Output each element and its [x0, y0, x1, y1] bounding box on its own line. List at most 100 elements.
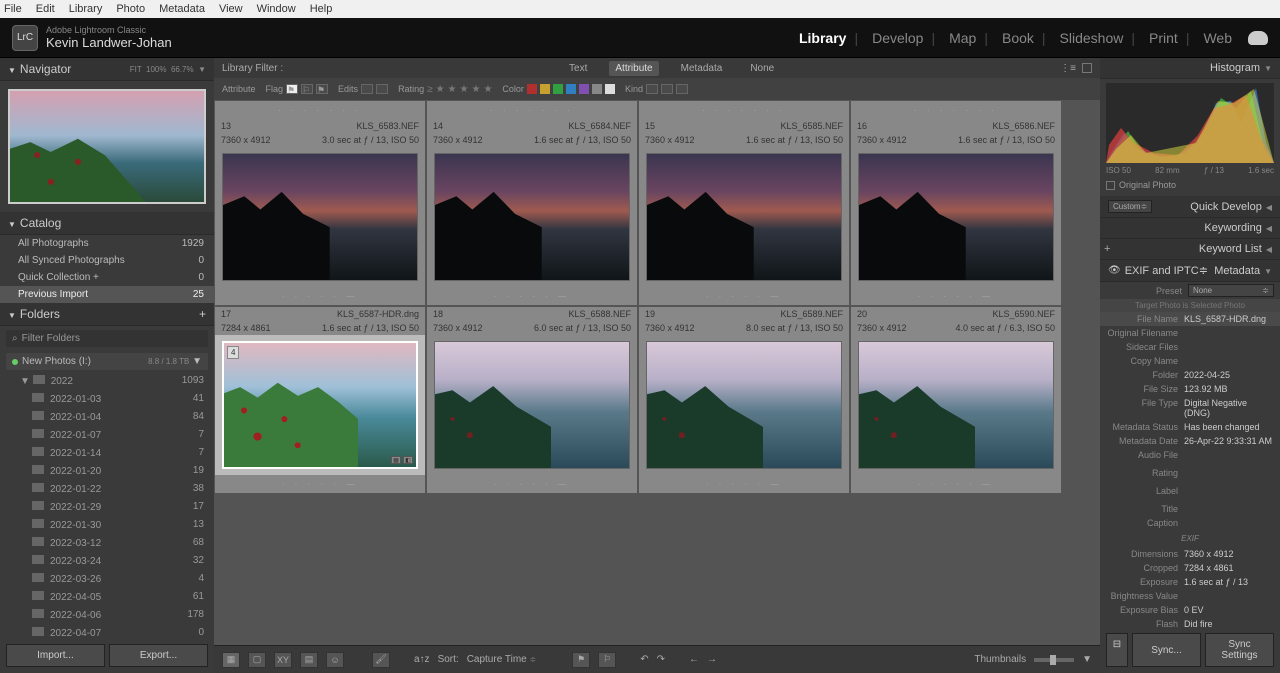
metadata-row[interactable]: File TypeDigital Negative (DNG) — [1100, 396, 1280, 420]
folder-item[interactable]: 2022-01-2238 — [0, 480, 214, 498]
menu-view[interactable]: View — [219, 3, 243, 15]
export-button[interactable]: Export... — [109, 644, 208, 667]
catalog-header[interactable]: ▼Catalog — [0, 212, 214, 235]
catalog-item[interactable]: All Photographs1929 — [0, 235, 214, 252]
thumbnail-image[interactable] — [646, 341, 842, 469]
metadata-set-dropdown[interactable]: EXIF and IPTC≑ — [1125, 264, 1208, 277]
metadata-row[interactable]: Metadata Date26-Apr-22 9:33:31 AM — [1100, 434, 1280, 448]
eye-icon[interactable]: 👁 — [1108, 265, 1121, 276]
metadata-row[interactable]: File Size123.92 MB — [1100, 382, 1280, 396]
thumbnail-size-slider[interactable] — [1034, 658, 1074, 662]
edits-filter[interactable]: Edits — [338, 84, 388, 94]
filter-tab-none[interactable]: None — [744, 61, 780, 76]
painter-icon[interactable]: 🖌 — [372, 652, 390, 668]
menu-metadata[interactable]: Metadata — [159, 3, 205, 15]
folder-item[interactable]: 2022-04-0561 — [0, 588, 214, 606]
menu-photo[interactable]: Photo — [116, 3, 145, 15]
grid-view-icon[interactable]: ▦ — [222, 652, 240, 668]
catalog-item[interactable]: Previous Import25 — [0, 286, 214, 303]
module-book[interactable]: Book — [1002, 30, 1034, 46]
module-print[interactable]: Print — [1149, 30, 1178, 46]
checkbox-icon[interactable] — [1106, 181, 1115, 190]
menu-edit[interactable]: Edit — [36, 3, 55, 15]
menu-window[interactable]: Window — [257, 3, 296, 15]
folder-item[interactable]: 2022-01-2019 — [0, 462, 214, 480]
metadata-row[interactable]: Label — [1100, 484, 1280, 498]
rotate-cw-icon[interactable]: ↷ — [657, 654, 665, 665]
histogram-chart[interactable] — [1106, 83, 1274, 163]
metadata-row[interactable]: Folder2022-04-25 — [1100, 368, 1280, 382]
metadata-row[interactable]: Title — [1100, 502, 1280, 516]
thumbnail-image[interactable]: 4▦◧ — [222, 341, 418, 469]
metadata-row[interactable]: Exposure Bias0 EV — [1100, 603, 1280, 617]
nav-next-icon[interactable]: → — [707, 654, 717, 665]
qd-preset-dropdown[interactable]: Custom≑ — [1108, 200, 1152, 213]
keyword-list-header[interactable]: +Keyword List◀ — [1100, 239, 1280, 260]
kind-filter[interactable]: Kind — [625, 84, 688, 94]
thumbnail-cell[interactable]: · · · · · · ·15KLS_6585.NEF7360 x 49121.… — [638, 100, 850, 306]
folder-item[interactable]: 2022-04-070 — [0, 624, 214, 638]
metadata-row[interactable]: Brightness Value — [1100, 589, 1280, 603]
thumbnail-cell[interactable]: · · · · · · ·16KLS_6586.NEF7360 x 49121.… — [850, 100, 1062, 306]
color-swatch[interactable] — [592, 84, 602, 94]
reject-tool-icon[interactable]: ⚐ — [598, 652, 616, 668]
flag-pick-icon[interactable]: ⚑ — [286, 84, 298, 94]
sort-field-dropdown[interactable]: Capture Time ≑ — [467, 654, 537, 665]
metadata-row[interactable]: Rating — [1100, 466, 1280, 480]
toolbar-menu-icon[interactable]: ▼ — [1082, 654, 1092, 665]
flag-reject-icon[interactable]: ⚑ — [316, 84, 328, 94]
thumbnail-image[interactable] — [858, 153, 1054, 281]
thumbnail-image[interactable] — [434, 153, 630, 281]
color-swatch[interactable] — [579, 84, 589, 94]
metadata-row[interactable]: Original Filename — [1100, 326, 1280, 340]
flag-filter[interactable]: Flag⚑⚐⚑ — [266, 84, 329, 94]
unedited-icon[interactable] — [376, 84, 388, 94]
sync-settings-button[interactable]: Sync Settings — [1205, 633, 1274, 667]
menu-library[interactable]: Library — [69, 3, 103, 15]
filter-tab-text[interactable]: Text — [563, 61, 593, 76]
folder-item[interactable]: 2022-01-0341 — [0, 390, 214, 408]
metadata-row[interactable]: Cropped7284 x 4861 — [1100, 561, 1280, 575]
color-swatch[interactable] — [553, 84, 563, 94]
metadata-row[interactable]: Audio File — [1100, 448, 1280, 462]
thumbnail-image[interactable] — [646, 153, 842, 281]
module-library[interactable]: Library — [799, 30, 846, 46]
metadata-row[interactable]: FlashDid fire — [1100, 617, 1280, 627]
edited-icon[interactable] — [361, 84, 373, 94]
target-photo-toggle[interactable]: Target Photo is Selected Photo — [1100, 299, 1280, 312]
catalog-item[interactable]: Quick Collection +0 — [0, 269, 214, 286]
nav-prev-icon[interactable]: ← — [689, 654, 699, 665]
folder-year[interactable]: ▼ 20221093 — [0, 372, 214, 390]
stack-badge[interactable]: 4 — [227, 346, 239, 359]
filter-tab-metadata[interactable]: Metadata — [675, 61, 729, 76]
metadata-row[interactable]: Sidecar Files — [1100, 340, 1280, 354]
color-filter[interactable]: Color — [502, 84, 615, 94]
rating-filter[interactable]: Rating≥★★★★★ — [398, 84, 492, 95]
cloud-sync-icon[interactable] — [1248, 31, 1268, 45]
import-button[interactable]: Import... — [6, 644, 105, 667]
histogram-header[interactable]: Histogram▼ — [1100, 58, 1280, 79]
sync-button[interactable]: Sync... — [1132, 633, 1201, 667]
rotate-ccw-icon[interactable]: ↶ — [640, 654, 648, 665]
metadata-row[interactable]: Copy Name — [1100, 354, 1280, 368]
navigator-preview[interactable] — [0, 81, 214, 212]
metadata-row[interactable]: Dimensions7360 x 4912 — [1100, 547, 1280, 561]
folder-item[interactable]: 2022-01-2917 — [0, 498, 214, 516]
keywording-header[interactable]: Keywording◀ — [1100, 218, 1280, 239]
color-swatch[interactable] — [527, 84, 537, 94]
folder-item[interactable]: 2022-03-264 — [0, 570, 214, 588]
folder-item[interactable]: 2022-03-2432 — [0, 552, 214, 570]
metadata-row[interactable]: Metadata StatusHas been changed — [1100, 420, 1280, 434]
thumbnail-image[interactable] — [858, 341, 1054, 469]
metadata-row[interactable]: Exposure1.6 sec at ƒ / 13 — [1100, 575, 1280, 589]
folder-item[interactable]: 2022-01-077 — [0, 426, 214, 444]
navigator-header[interactable]: ▼Navigator FIT 100% 66.7% ▼ — [0, 58, 214, 81]
drive-row[interactable]: New Photos (I:) 8.8 / 1.8 TB ▼ — [6, 353, 208, 370]
loupe-view-icon[interactable]: ▢ — [248, 652, 266, 668]
metadata-preset-dropdown[interactable]: None≑ — [1188, 284, 1274, 297]
folders-header[interactable]: ▼Folders + — [0, 303, 214, 326]
flag-tool-icon[interactable]: ⚑ — [572, 652, 590, 668]
catalog-item[interactable]: All Synced Photographs0 — [0, 252, 214, 269]
kind-vcopy-icon[interactable] — [661, 84, 673, 94]
color-swatch[interactable] — [540, 84, 550, 94]
